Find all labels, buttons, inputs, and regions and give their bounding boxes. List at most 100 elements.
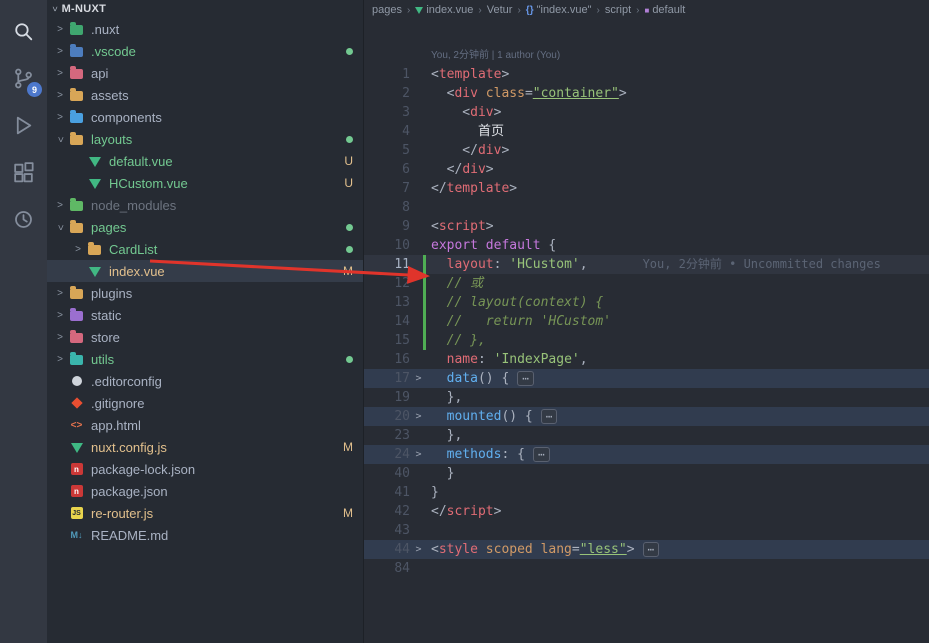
code-line-44[interactable]: 44 > <style scoped lang="less"> ⋯ xyxy=(364,540,929,559)
tree-item-layouts[interactable]: > layouts xyxy=(47,128,363,150)
code-line-10[interactable]: 10 export default { xyxy=(364,236,929,255)
code-line-42[interactable]: 42 </script> xyxy=(364,502,929,521)
tree-item-store[interactable]: > store xyxy=(47,326,363,348)
code-line-11[interactable]: 11 layout: 'HCustom', You, 2分钟前 • Uncommi… xyxy=(364,255,929,274)
file-name: components xyxy=(91,109,162,125)
npm-icon: n xyxy=(67,463,86,475)
code-text: <style scoped lang="less"> ⋯ xyxy=(427,540,660,559)
code-line-6[interactable]: 6 </div> xyxy=(364,160,929,179)
code-line-4[interactable]: 4 首页 xyxy=(364,122,929,141)
code-line-24[interactable]: 24 > methods: {⋯ xyxy=(364,445,929,464)
tree-item-.nuxt[interactable]: > .nuxt xyxy=(47,18,363,40)
tree-item-default.vue[interactable]: default.vue U xyxy=(47,150,363,172)
fold-ellipsis[interactable]: ⋯ xyxy=(540,409,558,424)
tree-item-node_modules[interactable]: > node_modules xyxy=(47,194,363,216)
js-icon: JS xyxy=(67,507,86,519)
source-control-icon[interactable]: 9 xyxy=(0,55,47,102)
tree-item-README.md[interactable]: M↓ README.md xyxy=(47,524,363,546)
search-icon[interactable] xyxy=(0,8,47,55)
file-name: node_modules xyxy=(91,197,177,213)
code-line-5[interactable]: 5 </div> xyxy=(364,141,929,160)
tree-item-re-router.js[interactable]: JS re-router.js M xyxy=(47,502,363,524)
code-text: data() {⋯ xyxy=(427,369,534,388)
code-text: name: 'IndexPage', xyxy=(431,352,588,367)
code-line-19[interactable]: 19 }, xyxy=(364,388,929,407)
tree-item-.editorconfig[interactable]: .editorconfig xyxy=(47,370,363,392)
code-line-1[interactable]: 1 <template> xyxy=(364,65,929,84)
breadcrumb-item-vetur[interactable]: Vetur xyxy=(487,4,513,16)
fold-chevron-icon[interactable]: > xyxy=(410,369,427,388)
fold-chevron-icon[interactable]: > xyxy=(410,540,427,559)
breadcrumb-item-script[interactable]: script xyxy=(605,4,631,16)
code-line-40[interactable]: 40 } xyxy=(364,464,929,483)
tree-item-pages[interactable]: > pages xyxy=(47,216,363,238)
extensions-icon[interactable] xyxy=(0,149,47,196)
tree-item-components[interactable]: > components xyxy=(47,106,363,128)
breadcrumb-item-index-vue[interactable]: index.vue xyxy=(415,4,473,16)
chevron-down-icon: > xyxy=(54,136,66,142)
tree-item-.vscode[interactable]: > .vscode xyxy=(47,40,363,62)
code-line-14[interactable]: 14 // return 'HCustom' xyxy=(364,312,929,331)
file-name: pages xyxy=(91,219,127,235)
code-line-15[interactable]: 15 // }, xyxy=(364,331,929,350)
fold-chevron-icon[interactable]: > xyxy=(410,445,427,464)
fold-ellipsis[interactable]: ⋯ xyxy=(517,371,534,386)
code-line-9[interactable]: 9 <script> xyxy=(364,217,929,236)
code-line-12[interactable]: 12 // 或 xyxy=(364,274,929,293)
tree-item-assets[interactable]: > assets xyxy=(47,84,363,106)
tree-item-app.html[interactable]: <> app.html xyxy=(47,414,363,436)
file-name: plugins xyxy=(91,285,133,301)
line-number: 40 xyxy=(394,466,410,481)
modified-dot-badge xyxy=(346,355,353,363)
workspace-root[interactable]: > M-NUXT xyxy=(47,0,363,18)
fold-ellipsis[interactable]: ⋯ xyxy=(532,447,550,462)
git-icon xyxy=(67,397,86,409)
code-text: <script> xyxy=(431,219,494,234)
code-line-84[interactable]: 84 xyxy=(364,559,929,578)
code-line-7[interactable]: 7 </template> xyxy=(364,179,929,198)
code-line-17[interactable]: 17 > data() {⋯ xyxy=(364,369,929,388)
code-line-13[interactable]: 13 // layout(context) { xyxy=(364,293,929,312)
breadcrumb-item-pages[interactable]: pages xyxy=(372,4,402,16)
fold-chevron-icon[interactable]: > xyxy=(410,407,427,426)
row-badges: M xyxy=(343,440,353,454)
tree-item-package-lock.json[interactable]: n package-lock.json xyxy=(47,458,363,480)
tree-item-utils[interactable]: > utils xyxy=(47,348,363,370)
code-line-2[interactable]: 2 <div class="container"> xyxy=(364,84,929,103)
tree-item-nuxt.config.js[interactable]: nuxt.config.js M xyxy=(47,436,363,458)
breadcrumb-item-index-vue[interactable]: {} "index.vue" xyxy=(526,4,592,16)
tree-item-plugins[interactable]: > plugins xyxy=(47,282,363,304)
code-line-23[interactable]: 23 }, xyxy=(364,426,929,445)
code-line-16[interactable]: 16 name: 'IndexPage', xyxy=(364,350,929,369)
folder-icon xyxy=(67,22,86,35)
tree-item-HCustom.vue[interactable]: HCustom.vue U xyxy=(47,172,363,194)
code-text: </div> xyxy=(431,162,494,177)
codelens-annotation: You, 2分钟前 | 1 author (You) xyxy=(431,50,561,61)
fold-ellipsis[interactable]: ⋯ xyxy=(642,542,660,557)
fold-chevron-placeholder xyxy=(410,198,427,217)
tree-item-static[interactable]: > static xyxy=(47,304,363,326)
code-line-20[interactable]: 20 > mounted() {⋯ xyxy=(364,407,929,426)
line-number: 8 xyxy=(402,200,410,215)
code-line-43[interactable]: 43 xyxy=(364,521,929,540)
tree-item-index.vue[interactable]: index.vue M xyxy=(47,260,363,282)
tree-item-CardList[interactable]: > CardList xyxy=(47,238,363,260)
file-tree: > .nuxt > .vscode > api > assets > components > lay… xyxy=(47,18,363,546)
code-text: // 或 xyxy=(431,276,484,291)
line-number: 5 xyxy=(402,143,410,158)
tree-item-package.json[interactable]: n package.json xyxy=(47,480,363,502)
breadcrumb-item-default[interactable]: ■ default xyxy=(644,4,685,16)
history-icon[interactable] xyxy=(0,196,47,243)
run-debug-icon[interactable] xyxy=(0,102,47,149)
folder-icon xyxy=(67,66,86,79)
code-line-8[interactable]: 8 xyxy=(364,198,929,217)
tree-item-.gitignore[interactable]: .gitignore xyxy=(47,392,363,414)
modified-dot-badge xyxy=(346,47,353,55)
code-line-3[interactable]: 3 <div> xyxy=(364,103,929,122)
nuxt-icon xyxy=(67,442,86,453)
tree-item-api[interactable]: > api xyxy=(47,62,363,84)
code-text: methods: {⋯ xyxy=(427,445,550,464)
line-number: 10 xyxy=(394,238,410,253)
code-line-41[interactable]: 41} xyxy=(364,483,929,502)
vue-icon xyxy=(85,178,104,189)
